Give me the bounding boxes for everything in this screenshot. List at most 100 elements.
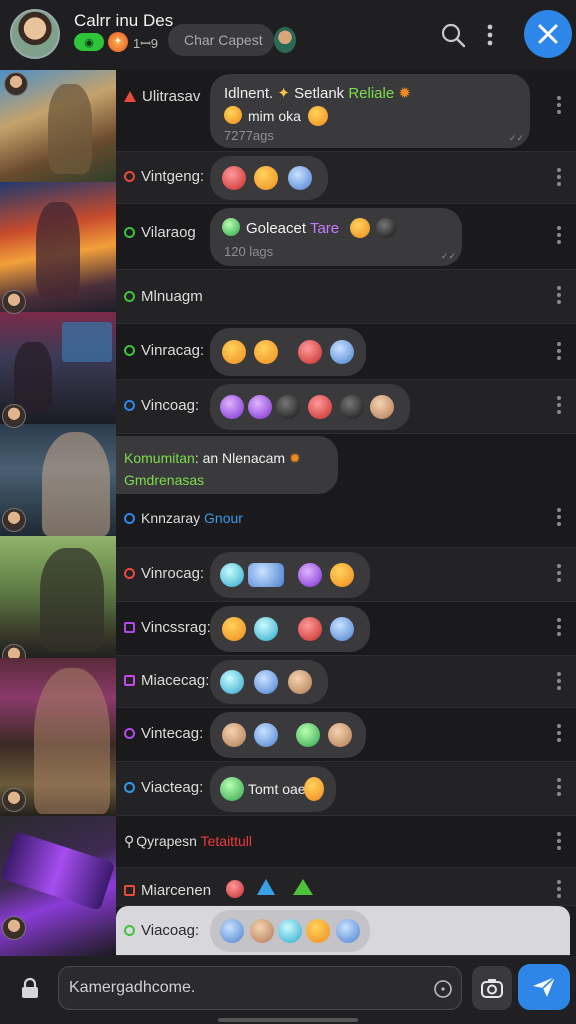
emoji-icon: [254, 166, 278, 190]
headset-player-thumbnail[interactable]: [0, 404, 116, 536]
status-dot-icon: [124, 568, 135, 579]
message-bubble[interactable]: Idlnent. ✦ Setlank Reliale ✹ mim oka 727…: [210, 74, 530, 148]
row-menu-icon[interactable]: [556, 672, 562, 692]
keyboard-thumbnail[interactable]: [0, 816, 116, 956]
row-menu-icon[interactable]: [556, 342, 562, 362]
user-avatar[interactable]: [2, 916, 26, 940]
list-item[interactable]: Vinracag:: [116, 324, 576, 380]
item-label: Mlnuagm: [141, 288, 203, 305]
row-menu-icon[interactable]: [556, 168, 562, 188]
message-meta: 7277ags: [224, 128, 274, 143]
item-label-accent: Gnour: [204, 510, 243, 526]
reaction-bubble[interactable]: [210, 552, 370, 598]
row-menu-icon[interactable]: [556, 226, 562, 246]
message-bubble[interactable]: Goleacet Tare 120 lags ✓✓: [210, 208, 462, 266]
emoji-icon: [308, 395, 332, 419]
list-item[interactable]: ⚲ Qyrapesn Tetaittull: [116, 816, 576, 868]
emoji-icon: [296, 723, 320, 747]
search-icon: [441, 23, 466, 48]
emoji-icon: [254, 617, 278, 641]
user-avatar[interactable]: [2, 404, 26, 428]
list-item[interactable]: Vinrocag:: [116, 548, 576, 602]
soldier-art-thumbnail[interactable]: [0, 70, 116, 182]
rifle-soldier-thumbnail[interactable]: [0, 536, 116, 668]
reaction-bubble[interactable]: [210, 156, 328, 200]
emoji-icon: [304, 777, 324, 801]
status-dot-icon: [124, 171, 135, 182]
pill-avatar: [274, 27, 296, 53]
item-label: Vinracag:: [141, 342, 205, 359]
item-label: Vilaraog: [141, 224, 196, 241]
row-menu-icon[interactable]: [556, 778, 562, 798]
warning-icon: [124, 91, 136, 102]
user-avatar[interactable]: [2, 290, 26, 314]
sparkle-icon: ✦: [277, 85, 295, 102]
row-menu-icon[interactable]: [556, 618, 562, 638]
emoji-icon: [220, 395, 244, 419]
list-item[interactable]: Ulitrasav Idlnent. ✦ Setlank Reliale ✹ m…: [116, 70, 576, 152]
reaction-bubble[interactable]: [210, 712, 366, 758]
message-meta: 120 lags: [224, 244, 274, 259]
emoji-picker-icon[interactable]: [433, 979, 453, 999]
item-label: Vintgeng:: [141, 168, 205, 185]
row-menu-icon[interactable]: [556, 564, 562, 584]
list-item[interactable]: Vincoag:: [116, 380, 576, 434]
status-dot-icon: [124, 513, 135, 524]
row-menu-icon[interactable]: [556, 96, 562, 116]
user-avatar[interactable]: [2, 508, 26, 532]
list-item-highlighted[interactable]: Viacoag:: [116, 906, 570, 956]
send-button[interactable]: [518, 964, 570, 1010]
profile-avatar[interactable]: [10, 9, 60, 59]
user-avatar[interactable]: [2, 788, 26, 812]
reaction-bubble[interactable]: [210, 910, 370, 952]
emoji-icon: [222, 723, 246, 747]
item-label-accent: Tetaittull: [200, 833, 252, 849]
emoji-icon: [278, 919, 302, 943]
row-menu-icon[interactable]: [556, 396, 562, 416]
message-bubble[interactable]: Komumitan: an Nlenacam ✹ Gmdrenasas: [116, 436, 338, 494]
emoji-icon: [376, 218, 396, 238]
row-menu-icon[interactable]: [556, 508, 562, 528]
message-highlight: Komumitan: [124, 450, 195, 466]
row-menu-icon[interactable]: [556, 880, 562, 900]
row-menu-icon[interactable]: [556, 832, 562, 852]
reaction-badge-icon: ✦: [108, 32, 128, 52]
list-item[interactable]: Vintgeng:: [116, 152, 576, 204]
close-icon: [538, 24, 558, 44]
emoji-icon: [220, 777, 244, 801]
lock-button[interactable]: [10, 968, 50, 1008]
list-item[interactable]: Vintecag:: [116, 708, 576, 762]
more-options-button[interactable]: [478, 18, 502, 52]
reaction-bubble[interactable]: Tomt oae: [210, 766, 336, 812]
item-label: Qyrapesn: [136, 833, 201, 849]
headset-gamer-thumbnail[interactable]: [0, 658, 116, 816]
emoji-icon: [306, 919, 330, 943]
reaction-bubble[interactable]: [210, 660, 328, 704]
search-button[interactable]: [436, 18, 470, 52]
emoji-icon: [222, 218, 240, 236]
emoji-icon: [350, 218, 370, 238]
channel-pill[interactable]: Char Capest: [168, 24, 274, 56]
list-item[interactable]: Vincssrag:: [116, 602, 576, 656]
close-button[interactable]: [524, 10, 572, 58]
list-item[interactable]: Komumitan: an Nlenacam ✹ Gmdrenasas Knnz…: [116, 434, 576, 548]
list-item[interactable]: Vilaraog Goleacet Tare 120 lags ✓✓: [116, 204, 576, 270]
camera-button[interactable]: [472, 966, 512, 1010]
row-menu-icon[interactable]: [556, 286, 562, 306]
list-item[interactable]: Miarcenen: [116, 868, 576, 906]
list-item[interactable]: Mlnuagm: [116, 270, 576, 324]
list-item[interactable]: Miacecag:: [116, 656, 576, 708]
message-input[interactable]: Kamergadhcome.: [58, 966, 462, 1010]
row-menu-icon[interactable]: [556, 724, 562, 744]
list-item[interactable]: Viacteag: Tomt oae: [116, 762, 576, 816]
emoji-icon: [288, 670, 312, 694]
user-avatar[interactable]: [4, 72, 28, 96]
reaction-bubble[interactable]: [210, 384, 410, 430]
reaction-bubble[interactable]: [210, 328, 366, 376]
emoji-icon: [330, 563, 354, 587]
message-composer: Kamergadhcome.: [0, 956, 576, 1024]
emoji-icon: [330, 617, 354, 641]
chat-list: Ulitrasav Idlnent. ✦ Setlank Reliale ✹ m…: [116, 70, 576, 956]
reaction-bubble[interactable]: [210, 606, 370, 652]
item-label: Vincoag:: [141, 397, 200, 414]
